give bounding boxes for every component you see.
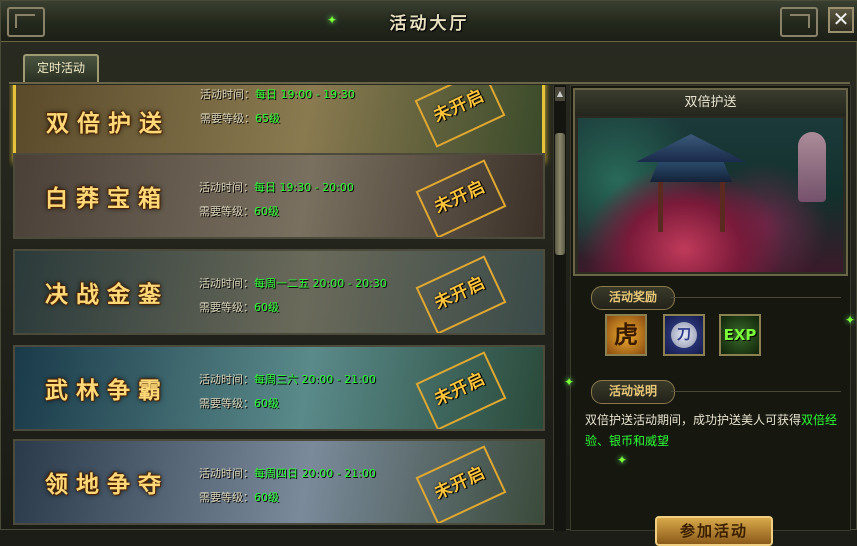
activity-time-row: 活动时间：每日 19:00 - 19:30 (200, 86, 355, 102)
not-started-stamp: 未开启 (414, 85, 506, 148)
divider (671, 297, 841, 298)
sparkle-icon: ✦ (327, 13, 338, 27)
activity-level-row: 需要等级：60级 (199, 299, 279, 315)
pagoda-pillar (720, 182, 725, 232)
detail-preview: 双倍护送 (573, 88, 848, 276)
level-label: 需要等级： (199, 397, 254, 410)
level-value: 60级 (254, 397, 279, 410)
tab-bar: 定时活动 (9, 48, 850, 84)
tab-timed-activities[interactable]: 定时活动 (23, 54, 99, 82)
activity-detail-panel: 双倍护送 活动奖励 虎 刀 EXP 活动说明 双倍护送活动期间，成功护送美人可获… (570, 85, 851, 546)
activity-name: 武林争霸 (45, 377, 169, 404)
time-label: 活动时间： (199, 467, 254, 480)
time-value: 每周四日 20:00 - 21:00 (254, 467, 376, 480)
time-label: 活动时间： (199, 373, 254, 386)
join-activity-button[interactable]: 参加活动 (655, 516, 773, 546)
exp-glyph: EXP (723, 326, 757, 344)
activity-card[interactable]: 双倍护送 活动时间：每日 19:00 - 19:30 需要等级：65级 未开启 (13, 85, 545, 163)
sparkle-icon: ✦ (845, 313, 856, 327)
activity-description: 双倍护送活动期间，成功护送美人可获得双倍经验、银币和威望 (585, 410, 841, 452)
level-label: 需要等级： (199, 301, 254, 314)
level-label: 需要等级： (199, 491, 254, 504)
activity-name: 领地争夺 (45, 471, 169, 498)
time-value: 每日 19:30 - 20:00 (254, 181, 354, 194)
activity-level-row: 需要等级：60级 (199, 203, 279, 219)
coin-glyph: 刀 (671, 322, 697, 348)
activity-card[interactable]: 决战金銮 活动时间：每周一二五 20:00 - 20:30 需要等级：60级 未… (13, 249, 545, 335)
tiger-glyph: 虎 (614, 321, 638, 349)
detail-title: 双倍护送 (575, 90, 846, 116)
activity-time-row: 活动时间：每周四日 20:00 - 21:00 (199, 465, 376, 481)
tiger-emblem-icon[interactable]: 虎 (605, 314, 647, 356)
activity-level-row: 需要等级：60级 (199, 395, 279, 411)
exp-icon[interactable]: EXP (719, 314, 761, 356)
not-started-stamp: 未开启 (415, 445, 507, 523)
time-value: 每日 19:00 - 19:30 (255, 88, 355, 101)
activity-list[interactable]: 双倍护送 活动时间：每日 19:00 - 19:30 需要等级：65级 未开启 … (9, 85, 553, 531)
activity-time-row: 活动时间：每周一二五 20:00 - 20:30 (199, 275, 387, 291)
sparkle-icon: ✦ (564, 375, 575, 389)
activity-time-row: 活动时间：每周三六 20:00 - 21:00 (199, 371, 376, 387)
pagoda-roof-lower (650, 162, 732, 182)
not-started-stamp: 未开启 (415, 255, 507, 333)
level-label: 需要等级： (199, 205, 254, 218)
activity-preview-image (578, 118, 843, 272)
activity-time-row: 活动时间：每日 19:30 - 20:00 (199, 179, 354, 195)
activity-card[interactable]: 白莽宝箱 活动时间：每日 19:30 - 20:00 需要等级：60级 未开启 (13, 153, 545, 239)
level-value: 60级 (254, 205, 279, 218)
sparkle-icon: ✦ (617, 453, 628, 467)
window-title: 活动大厅 (389, 14, 470, 34)
activity-card[interactable]: 领地争夺 活动时间：每周四日 20:00 - 21:00 需要等级：60级 未开… (13, 439, 545, 525)
ornament-icon (780, 7, 818, 37)
title-bar[interactable]: 活动大厅 ✕ (1, 1, 857, 42)
divider (671, 391, 841, 392)
pagoda-roof (636, 134, 746, 162)
scrollbar[interactable]: ▲ (553, 85, 566, 531)
level-value: 60级 (254, 491, 279, 504)
activity-name: 双倍护送 (46, 110, 170, 137)
level-value: 60级 (254, 301, 279, 314)
time-value: 每周三六 20:00 - 21:00 (254, 373, 376, 386)
activity-name: 决战金銮 (45, 281, 169, 308)
activity-level-row: 需要等级：60级 (199, 489, 279, 505)
rewards-section-label: 活动奖励 (591, 286, 675, 310)
blade-coin-icon[interactable]: 刀 (663, 314, 705, 356)
time-value: 每周一二五 20:00 - 20:30 (254, 277, 387, 290)
activity-name: 白莽宝箱 (45, 185, 169, 212)
pagoda-pillar (658, 182, 663, 232)
activity-card[interactable]: 武林争霸 活动时间：每周三六 20:00 - 21:00 需要等级：60级 未开… (13, 345, 545, 431)
time-label: 活动时间： (199, 181, 254, 194)
level-label: 需要等级： (200, 112, 255, 125)
description-section-label: 活动说明 (591, 380, 675, 404)
close-button[interactable]: ✕ (828, 7, 854, 33)
scroll-up-arrow-icon[interactable]: ▲ (555, 87, 565, 101)
activity-level-row: 需要等级：65级 (200, 110, 280, 126)
description-text: 双倍护送活动期间，成功护送美人可获得 (585, 413, 802, 427)
level-value: 65级 (255, 112, 280, 125)
escort-beauty-figure (798, 132, 826, 202)
time-label: 活动时间： (199, 277, 254, 290)
not-started-stamp: 未开启 (415, 351, 507, 429)
scroll-thumb[interactable] (555, 133, 565, 255)
not-started-stamp: 未开启 (415, 159, 507, 237)
activity-hall-window: 活动大厅 ✕ ✦ 定时活动 双倍护送 活动时间：每日 19:00 - 19:30… (0, 0, 857, 546)
time-label: 活动时间： (200, 88, 255, 101)
